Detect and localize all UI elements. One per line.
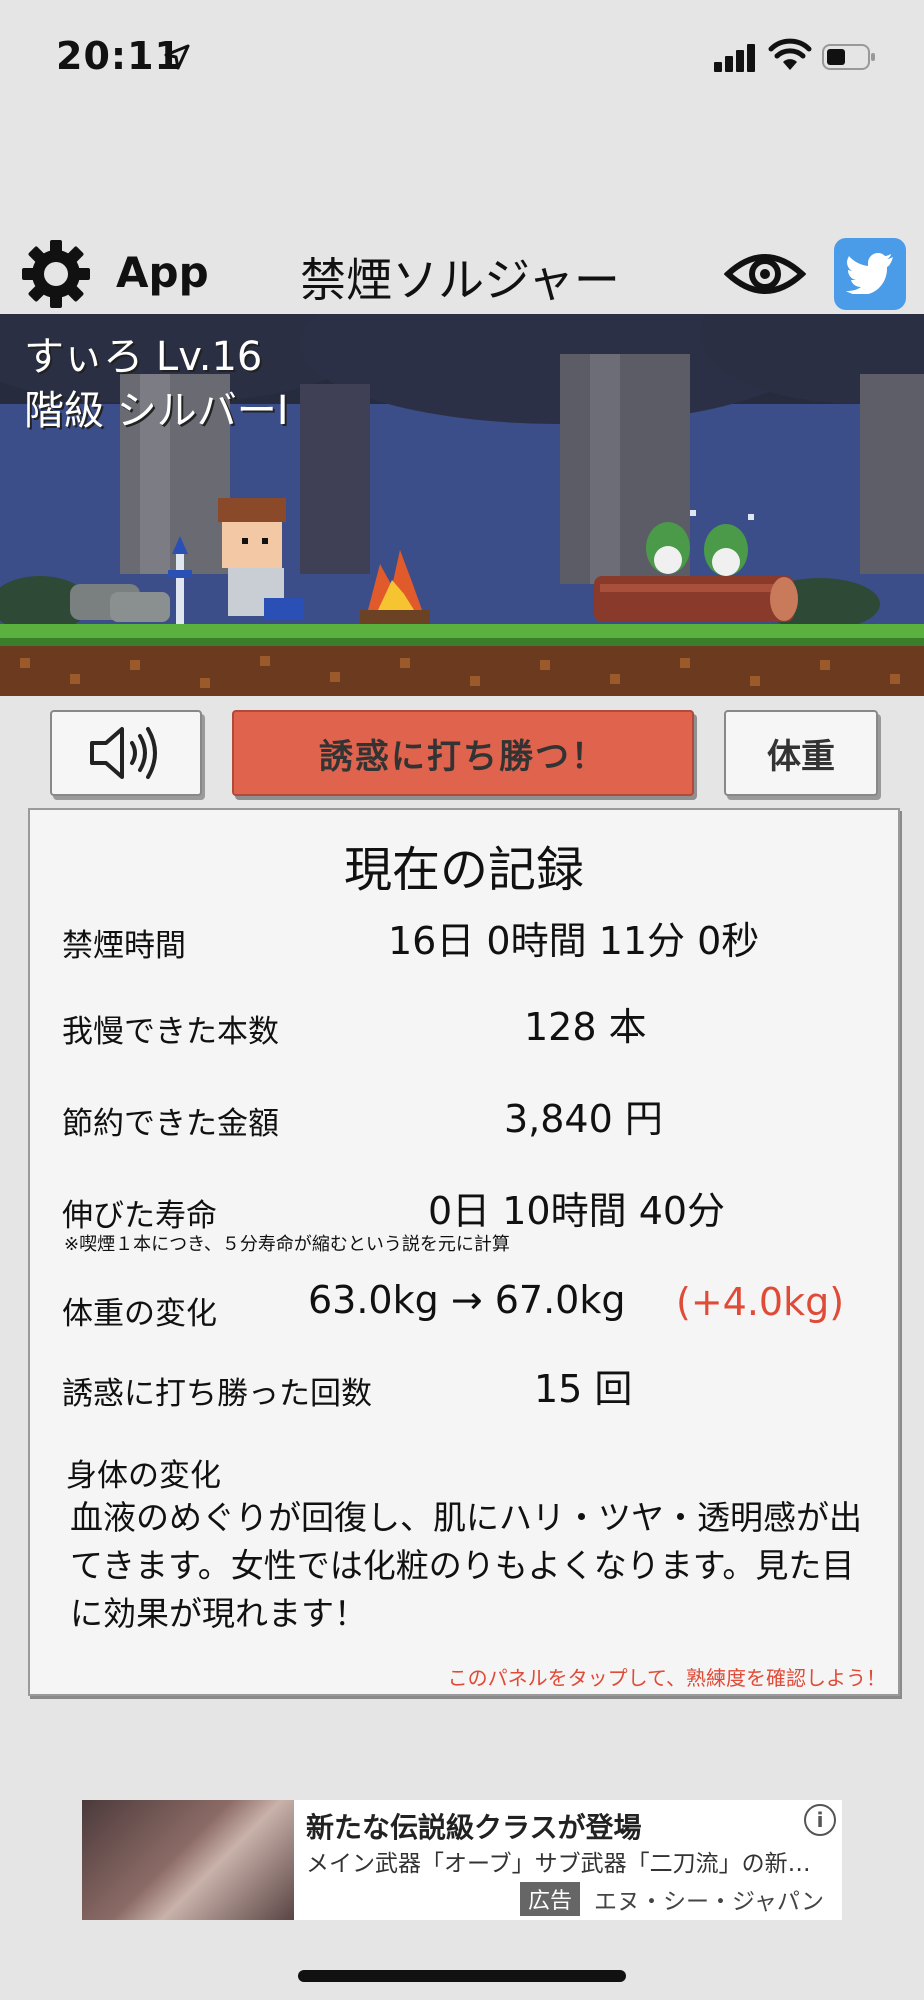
- record-panel-title: 現在の記録: [343, 842, 584, 898]
- speaker-icon: [90, 727, 157, 779]
- app-title: 禁煙ソルジャー: [300, 253, 620, 307]
- ad-badge: 広告: [520, 1882, 581, 1916]
- wifi-icon: [768, 38, 812, 70]
- record-panel[interactable]: 現在の記録 禁煙時間 16日 0時間 11分 0秒 我慢できた本数 128 本 …: [28, 808, 900, 1696]
- game-scene[interactable]: すぃろ Lv.16 階級 シルバーⅠ: [0, 314, 924, 696]
- body-change-text: 血液のめぐりが回復し、肌にハリ・ツヤ・透明感が出てきます。女性では化粧のりもよく…: [70, 1498, 862, 1633]
- weight-change-value: 63.0kg → 67.0kg: [308, 1278, 626, 1322]
- body-change-label: 身体の変化: [66, 1458, 221, 1494]
- money-saved-label: 節約できた金額: [62, 1106, 279, 1142]
- quit-time-label: 禁煙時間: [62, 928, 186, 964]
- lifespan-note: ※喫煙１本につき、５分寿命が縮むという説を元に計算: [64, 1234, 510, 1255]
- ad-advertiser[interactable]: エヌ・シー・ジャパン: [594, 1882, 824, 1916]
- sound-toggle-button[interactable]: [50, 710, 202, 796]
- lifespan-gained-value: 0日 10時間 40分: [428, 1189, 726, 1233]
- location-arrow-icon: [164, 44, 190, 70]
- temptation-resisted-label: 誘惑に打ち勝った回数: [62, 1376, 372, 1412]
- money-saved-value: 3,840 円: [504, 1097, 663, 1141]
- eye-icon[interactable]: [724, 248, 806, 300]
- battery-icon: [822, 44, 875, 70]
- twitter-bird-icon: [846, 253, 893, 294]
- ad-image[interactable]: [82, 1800, 294, 1920]
- cigarettes-avoided-label: 我慢できた本数: [62, 1014, 279, 1050]
- resist-temptation-button[interactable]: 誘惑に打ち勝つ！: [232, 710, 694, 796]
- ad-title[interactable]: 新たな伝説級クラスが登場: [306, 1806, 641, 1846]
- weight-button[interactable]: 体重: [724, 710, 878, 796]
- settings-app-label[interactable]: App: [116, 248, 209, 297]
- weight-change-delta: (+4.0kg): [676, 1280, 845, 1324]
- settings-gear-icon[interactable]: [20, 238, 92, 310]
- weight-change-label: 体重の変化: [62, 1296, 217, 1332]
- home-indicator[interactable]: [298, 1970, 626, 1982]
- quit-time-value: 16日 0時間 11分 0秒: [388, 919, 760, 963]
- cigarettes-avoided-value: 128 本: [524, 1005, 647, 1049]
- player-level-text: すぃろ Lv.16: [24, 334, 263, 380]
- ad-description[interactable]: メイン武器「オーブ」サブ武器「二刀流」の新…: [306, 1844, 826, 1878]
- twitter-share-button[interactable]: [834, 238, 906, 310]
- ad-banner[interactable]: 新たな伝説級クラスが登場 i メイン武器「オーブ」サブ武器「二刀流」の新… 広告…: [82, 1800, 842, 1920]
- temptation-resisted-value: 15 回: [534, 1367, 633, 1411]
- tap-panel-hint: このパネルをタップして、熟練度を確認しよう！: [447, 1666, 886, 1690]
- lifespan-gained-label: 伸びた寿命: [62, 1198, 217, 1234]
- cellular-signal-icon: [714, 44, 756, 72]
- player-rank-text: 階級 シルバーⅠ: [24, 388, 289, 434]
- ad-info-icon[interactable]: i: [804, 1804, 836, 1836]
